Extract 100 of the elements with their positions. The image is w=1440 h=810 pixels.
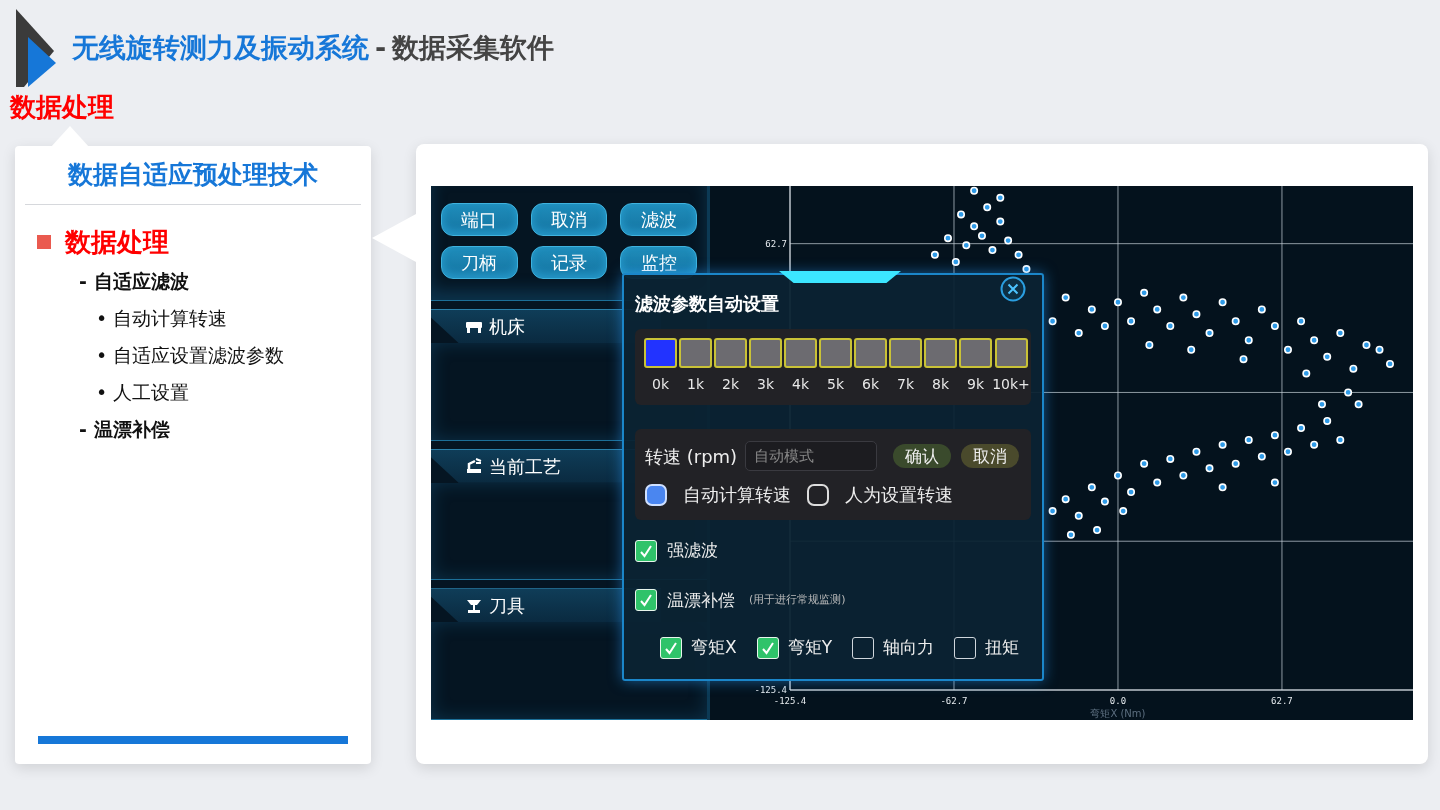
- slide-subtitle: 数据采集软件: [392, 30, 555, 65]
- data-point: [1344, 388, 1353, 397]
- data-point: [1014, 250, 1023, 259]
- radio-label: 自动计算转速: [683, 483, 791, 507]
- logo-icon: [16, 9, 56, 87]
- data-point: [1179, 471, 1188, 480]
- channel-label: 弯矩X: [691, 636, 737, 659]
- speed-bin-label: 8k: [932, 375, 949, 394]
- speed-bin-label: 0k: [652, 375, 669, 394]
- speed-input[interactable]: 自动模式: [745, 441, 878, 471]
- x-tick-label: -125.4: [773, 696, 807, 706]
- toolbar-button[interactable]: 端口: [441, 203, 518, 236]
- data-point: [996, 193, 1005, 202]
- speed-bin[interactable]: [994, 338, 1028, 368]
- data-point: [977, 231, 986, 240]
- data-point: [1074, 329, 1083, 338]
- data-point: [1244, 336, 1253, 345]
- data-point: [983, 203, 992, 212]
- data-point: [1297, 424, 1306, 433]
- title-separator: -: [375, 30, 387, 65]
- option-note: (用于进行常规监测): [749, 592, 846, 608]
- data-point: [1061, 293, 1070, 302]
- radio-button[interactable]: [645, 483, 667, 506]
- outline-heading: 数据处理: [65, 225, 169, 259]
- data-point: [943, 234, 952, 243]
- channel-label: 弯矩Y: [787, 636, 833, 659]
- channel-label: 轴向力: [883, 636, 935, 659]
- cancel-button[interactable]: 取消: [961, 444, 1020, 468]
- data-point: [1205, 329, 1214, 338]
- y-tick-label: 62.7: [765, 238, 787, 249]
- data-point: [1061, 495, 1070, 504]
- data-point: [988, 246, 997, 255]
- data-point: [1231, 459, 1240, 468]
- robot-arm-icon: [465, 458, 483, 475]
- data-point: [1354, 400, 1363, 409]
- radio-button[interactable]: [807, 483, 829, 506]
- speed-bin[interactable]: [644, 338, 677, 368]
- option-label: 强滤波: [667, 539, 718, 562]
- data-point: [1179, 293, 1188, 302]
- data-point: [1257, 305, 1266, 314]
- outline-item: - 自适应滤波: [79, 269, 189, 295]
- data-point: [1310, 336, 1319, 345]
- checkbox[interactable]: [852, 636, 875, 659]
- data-point: [957, 210, 966, 219]
- close-button[interactable]: [1000, 276, 1026, 302]
- data-point: [1336, 329, 1345, 338]
- data-point: [930, 250, 939, 259]
- data-point: [1284, 447, 1292, 456]
- toolbar-button[interactable]: 滤波: [620, 203, 697, 236]
- data-point: [1153, 478, 1162, 487]
- data-point: [1284, 345, 1292, 354]
- data-point: [1066, 530, 1075, 539]
- data-point: [1093, 526, 1102, 535]
- check-icon: [664, 640, 678, 655]
- machine-table-icon: [465, 319, 483, 334]
- outline-item: • 人工设置: [96, 380, 190, 406]
- data-point: [1349, 364, 1358, 373]
- data-point: [1192, 310, 1201, 319]
- data-point: [1302, 369, 1311, 378]
- checkbox[interactable]: [954, 636, 977, 659]
- speed-bin-label: 1k: [687, 375, 704, 394]
- data-point: [1386, 359, 1394, 368]
- speed-bin-label: 10k+: [992, 375, 1030, 394]
- data-point: [1140, 288, 1149, 297]
- data-point: [951, 257, 960, 266]
- data-point: [1323, 352, 1332, 361]
- speed-bin-label: 9k: [967, 375, 984, 394]
- data-point: [1166, 322, 1175, 330]
- data-point: [1239, 355, 1248, 364]
- data-point: [1205, 464, 1214, 473]
- check-icon: [760, 640, 775, 655]
- data-point: [1153, 305, 1162, 314]
- data-point: [1074, 511, 1083, 520]
- data-point: [1087, 305, 1096, 314]
- data-point: [1192, 447, 1201, 456]
- speed-bin-label: 3k: [757, 375, 774, 394]
- data-point: [1257, 452, 1266, 461]
- data-point: [1336, 435, 1345, 444]
- data-point: [1100, 497, 1109, 506]
- radio-label: 人为设置转速: [845, 483, 953, 507]
- toolbar-button[interactable]: 刀柄: [441, 246, 518, 279]
- data-point: [1127, 488, 1136, 497]
- data-point: [1244, 435, 1253, 444]
- data-point: [1048, 317, 1057, 326]
- speed-bin-label: 4k: [792, 375, 809, 394]
- data-point: [1297, 317, 1306, 326]
- toolbar-button[interactable]: 记录: [530, 246, 608, 279]
- data-point: [970, 186, 979, 195]
- confirm-button[interactable]: 确认: [893, 444, 952, 468]
- x-tick-label: -62.7: [940, 696, 968, 706]
- outline-item: • 自动计算转速: [96, 306, 228, 332]
- data-point: [1087, 483, 1096, 492]
- data-point: [1362, 340, 1371, 349]
- toolbar-button[interactable]: 取消: [530, 203, 608, 236]
- x-tick-label: 0.0: [1109, 696, 1127, 706]
- card-title: 数据自适应预处理技术: [68, 159, 318, 192]
- speed-bin-label: 2k: [722, 375, 739, 394]
- data-point: [1119, 507, 1128, 516]
- data-point: [1231, 317, 1240, 326]
- data-point: [1310, 440, 1319, 449]
